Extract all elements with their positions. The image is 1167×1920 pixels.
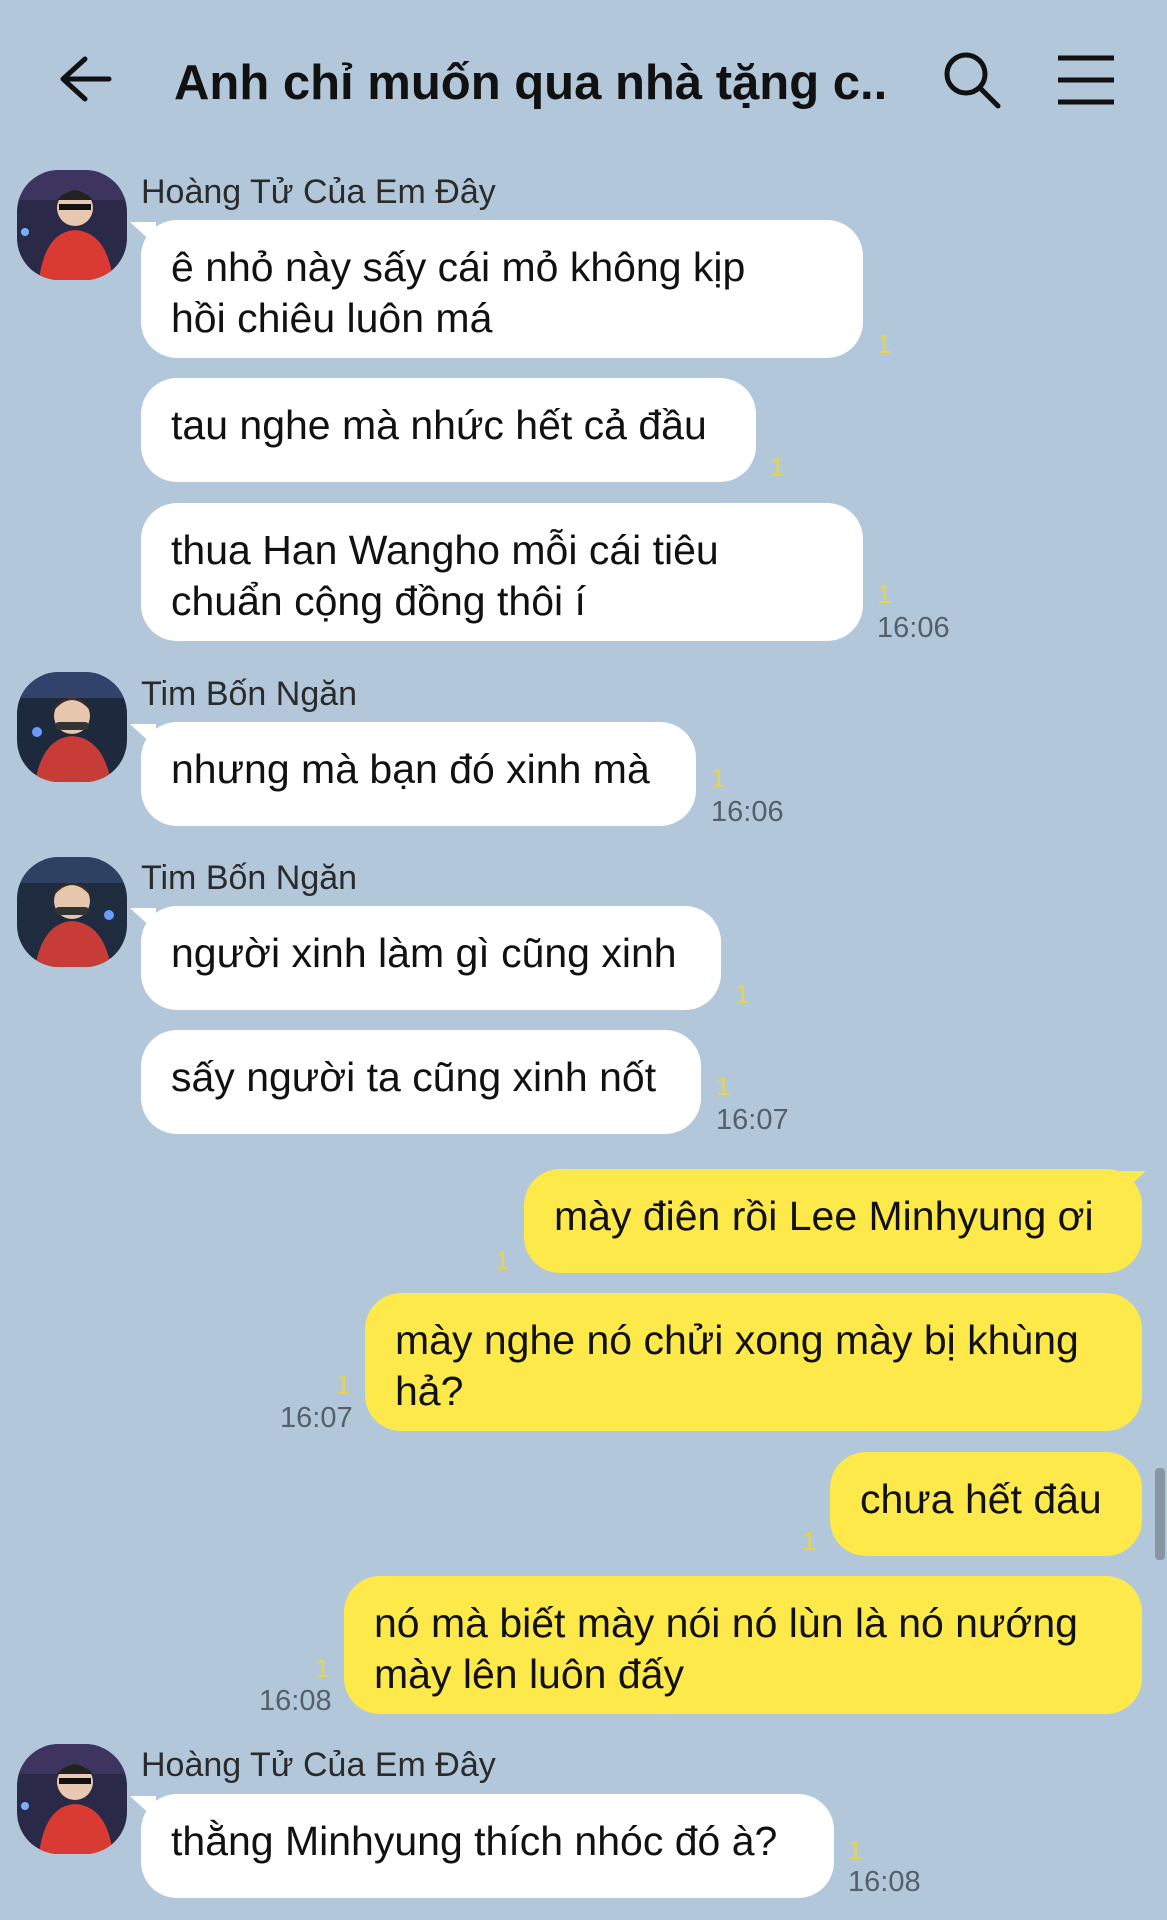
message-bubble[interactable]: mày điên rồi Lee Minhyung ơi — [524, 1169, 1142, 1273]
scrollbar[interactable] — [1155, 1468, 1165, 1560]
message-time: 16:06 — [877, 612, 950, 644]
message-text: mày lên luôn đấy — [374, 1651, 684, 1697]
message-text: người xinh làm gì cũng xinh — [171, 930, 677, 976]
unread-count: 1 — [315, 1653, 330, 1683]
sender-name: Hoàng Tử Của Em Đây — [141, 173, 496, 211]
avatar-photo-icon — [17, 1744, 127, 1854]
avatar[interactable] — [17, 170, 127, 280]
chat-title: Anh chỉ muốn qua nhà tặng c... — [174, 56, 884, 110]
search-button[interactable] — [940, 48, 1004, 112]
avatar-photo-icon — [17, 857, 127, 967]
avatar[interactable] — [17, 1744, 127, 1854]
message-bubble[interactable]: nhưng mà bạn đó xinh mà — [141, 722, 696, 826]
sender-name: Tim Bốn Ngăn — [141, 675, 358, 713]
message-time: 16:06 — [711, 796, 784, 828]
unread-count: 1 — [802, 1526, 817, 1556]
avatar-photo-icon — [17, 170, 127, 280]
message-text: chuẩn cộng đồng thôi í — [171, 578, 586, 624]
message-text: nó mà biết mày nói nó lùn là nó nướng — [374, 1600, 1078, 1646]
sender-name: Hoàng Tử Của Em Đây — [141, 1746, 496, 1784]
message-text: mày điên rồi Lee Minhyung ơi — [554, 1193, 1094, 1239]
unread-count: 1 — [336, 1370, 351, 1400]
unread-count: 1 — [848, 1835, 863, 1865]
unread-count: 1 — [877, 329, 892, 359]
message-text: tau nghe mà nhức hết cả đầu — [171, 402, 707, 448]
message-time: 16:08 — [848, 1866, 921, 1898]
unread-count: 1 — [716, 1071, 731, 1101]
message-text: mày nghe nó chửi xong mày bị khùng — [395, 1317, 1079, 1363]
message-bubble[interactable]: thua Han Wangho mỗi cái tiêu chuẩn cộng … — [141, 503, 863, 641]
message-text: hả? — [395, 1368, 464, 1414]
avatar-photo-icon — [17, 672, 127, 782]
message-text: chưa hết đâu — [860, 1476, 1102, 1522]
message-text: hồi chiêu luôn má — [171, 295, 493, 341]
arrow-left-icon — [60, 56, 112, 102]
message-bubble[interactable]: chưa hết đâu — [830, 1452, 1142, 1556]
chat-header: Anh chỉ muốn qua nhà tặng c... — [0, 0, 1167, 162]
unread-count: 1 — [735, 979, 750, 1009]
message-time: 16:08 — [259, 1685, 332, 1717]
message-text: thua Han Wangho mỗi cái tiêu — [171, 527, 719, 573]
message-text: sấy người ta cũng xinh nốt — [171, 1054, 657, 1100]
sender-name: Tim Bốn Ngăn — [141, 859, 358, 897]
message-time: 16:07 — [280, 1402, 353, 1434]
unread-count: 1 — [770, 452, 785, 482]
message-bubble[interactable]: nó mà biết mày nói nó lùn là nó nướng mà… — [344, 1576, 1142, 1714]
message-text: nhưng mà bạn đó xinh mà — [171, 746, 650, 792]
avatar[interactable] — [17, 857, 127, 967]
hamburger-menu-icon — [1058, 55, 1114, 105]
unread-count: 1 — [495, 1245, 510, 1275]
message-bubble[interactable]: tau nghe mà nhức hết cả đầu — [141, 378, 756, 482]
message-bubble[interactable]: ê nhỏ này sấy cái mỏ không kịp hồi chiêu… — [141, 220, 863, 358]
message-text: thằng Minhyung thích nhóc đó à? — [171, 1818, 778, 1864]
avatar[interactable] — [17, 672, 127, 782]
message-bubble[interactable]: sấy người ta cũng xinh nốt — [141, 1030, 701, 1134]
back-button[interactable] — [52, 44, 118, 114]
menu-button[interactable] — [1054, 50, 1118, 110]
message-bubble[interactable]: người xinh làm gì cũng xinh — [141, 906, 721, 1010]
search-icon — [944, 52, 1001, 109]
unread-count: 1 — [711, 763, 726, 793]
unread-count: 1 — [877, 579, 892, 609]
message-text: ê nhỏ này sấy cái mỏ không kịp — [171, 244, 746, 290]
message-time: 16:07 — [716, 1104, 789, 1136]
message-bubble[interactable]: thằng Minhyung thích nhóc đó à? — [141, 1794, 834, 1898]
message-bubble[interactable]: mày nghe nó chửi xong mày bị khùng hả? — [365, 1293, 1142, 1431]
